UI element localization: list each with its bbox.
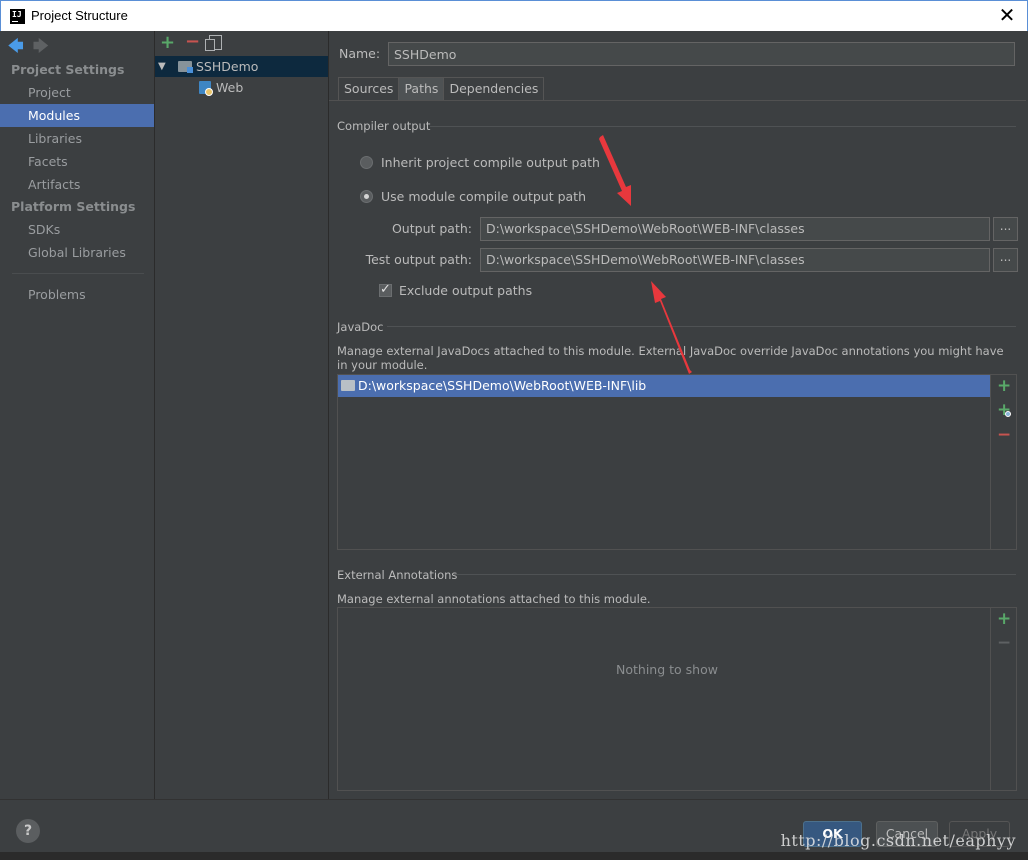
tree-node-label: SSHDemo — [196, 59, 259, 74]
exclude-output-checkbox[interactable] — [379, 282, 392, 297]
module-name-input[interactable] — [388, 42, 1015, 66]
inherit-output-radio[interactable] — [360, 156, 373, 169]
window-title: Project Structure — [31, 8, 128, 23]
nav-item-sdks[interactable]: SDKs — [0, 218, 154, 241]
remove-icon[interactable]: − — [185, 31, 200, 52]
output-path-browse-button[interactable]: ... — [993, 217, 1018, 241]
background-console-strip — [0, 852, 1028, 860]
forward-arrow-icon[interactable]: 🡆 — [33, 36, 49, 61]
output-path-label: Output path: — [391, 221, 472, 236]
javadoc-description: Manage external JavaDocs attached to thi… — [337, 344, 1004, 372]
remove-icon: − — [997, 633, 1012, 653]
javadoc-toolbar: + + − — [990, 375, 1017, 549]
nav-item-project[interactable]: Project — [0, 81, 154, 104]
module-folder-icon — [178, 61, 193, 73]
section-divider — [430, 126, 1016, 127]
add-icon[interactable]: + — [997, 609, 1011, 629]
external-annotations-list: Nothing to show + − — [337, 607, 1017, 791]
nav-divider — [12, 273, 144, 274]
nav-item-problems[interactable]: Problems — [0, 283, 154, 306]
annotations-toolbar: + − — [990, 608, 1017, 790]
nav-item-libraries[interactable]: Libraries — [0, 127, 154, 150]
javadoc-path: D:\workspace\SSHDemo\WebRoot\WEB-INF\lib — [358, 378, 647, 393]
nav-item-modules[interactable]: Modules — [0, 104, 154, 127]
close-icon[interactable]: ✕ — [997, 5, 1017, 25]
web-facet-icon — [199, 81, 213, 96]
back-arrow-icon[interactable]: 🡄 — [8, 36, 24, 61]
name-label: Name: — [339, 46, 381, 61]
inherit-output-label: Inherit project compile output path — [381, 155, 600, 170]
module-settings-panel: Name: Sources Paths Dependencies Compile… — [329, 31, 1028, 799]
empty-list-text: Nothing to show — [616, 662, 718, 677]
copy-icon[interactable] — [205, 35, 222, 51]
external-annotations-title: External Annotations — [337, 568, 458, 582]
test-output-path-label: Test output path: — [365, 252, 472, 267]
nav-header-platform-settings: Platform Settings — [11, 199, 136, 214]
nav-item-facets[interactable]: Facets — [0, 150, 154, 173]
tree-node-sshdemo[interactable]: ▼ SSHDemo — [155, 56, 328, 77]
external-annotations-description: Manage external annotations attached to … — [337, 592, 651, 606]
use-module-output-label: Use module compile output path — [381, 189, 587, 204]
tree-node-label: Web — [216, 80, 244, 95]
tab-divider — [329, 100, 1026, 101]
nav-toolbar: 🡄 🡆 — [0, 31, 154, 59]
add-icon[interactable]: + — [160, 32, 175, 53]
javadoc-list: D:\workspace\SSHDemo\WebRoot\WEB-INF\lib… — [337, 374, 1017, 550]
use-module-output-radio[interactable] — [360, 190, 373, 203]
list-item[interactable]: D:\workspace\SSHDemo\WebRoot\WEB-INF\lib — [338, 375, 990, 397]
exclude-output-label: Exclude output paths — [399, 283, 533, 298]
tab-dependencies[interactable]: Dependencies — [443, 77, 545, 101]
nav-item-artifacts[interactable]: Artifacts — [0, 173, 154, 196]
tree-node-web[interactable]: Web — [155, 77, 328, 98]
tab-sources[interactable]: Sources — [338, 77, 400, 101]
dialog-button-bar: ? OK Cancel Apply http://blog.csdn.net/e… — [0, 799, 1028, 860]
nav-item-global-libraries[interactable]: Global Libraries — [0, 241, 154, 264]
settings-nav: 🡄 🡆 Project Settings Project Modules Lib… — [0, 31, 155, 799]
test-output-path-input[interactable]: D:\workspace\SSHDemo\WebRoot\WEB-INF\cla… — [480, 248, 990, 272]
module-tabs: Sources Paths Dependencies — [338, 77, 545, 101]
module-tree-panel: + − ▼ SSHDemo Web — [155, 31, 329, 799]
add-url-icon[interactable]: + — [997, 400, 1011, 420]
section-divider — [387, 326, 1016, 327]
add-icon[interactable]: + — [997, 376, 1011, 396]
globe-badge-icon — [1005, 411, 1011, 417]
folder-icon — [341, 380, 355, 391]
nav-header-project-settings: Project Settings — [11, 62, 125, 77]
watermark-text: http://blog.csdn.net/eaphyy — [780, 831, 1016, 850]
tree-toolbar: + − — [155, 31, 328, 56]
javadoc-title: JavaDoc — [337, 320, 384, 334]
title-bar: IJ Project Structure ✕ — [0, 0, 1028, 31]
remove-icon[interactable]: − — [997, 425, 1011, 445]
test-output-path-browse-button[interactable]: ... — [993, 248, 1018, 272]
compiler-output-title: Compiler output — [337, 119, 431, 133]
intellij-logo-icon: IJ — [10, 9, 25, 24]
help-button[interactable]: ? — [16, 819, 40, 843]
output-path-input[interactable]: D:\workspace\SSHDemo\WebRoot\WEB-INF\cla… — [480, 217, 990, 241]
tab-paths[interactable]: Paths — [398, 77, 445, 101]
expand-arrow-icon[interactable]: ▼ — [158, 56, 166, 77]
section-divider — [454, 574, 1016, 575]
